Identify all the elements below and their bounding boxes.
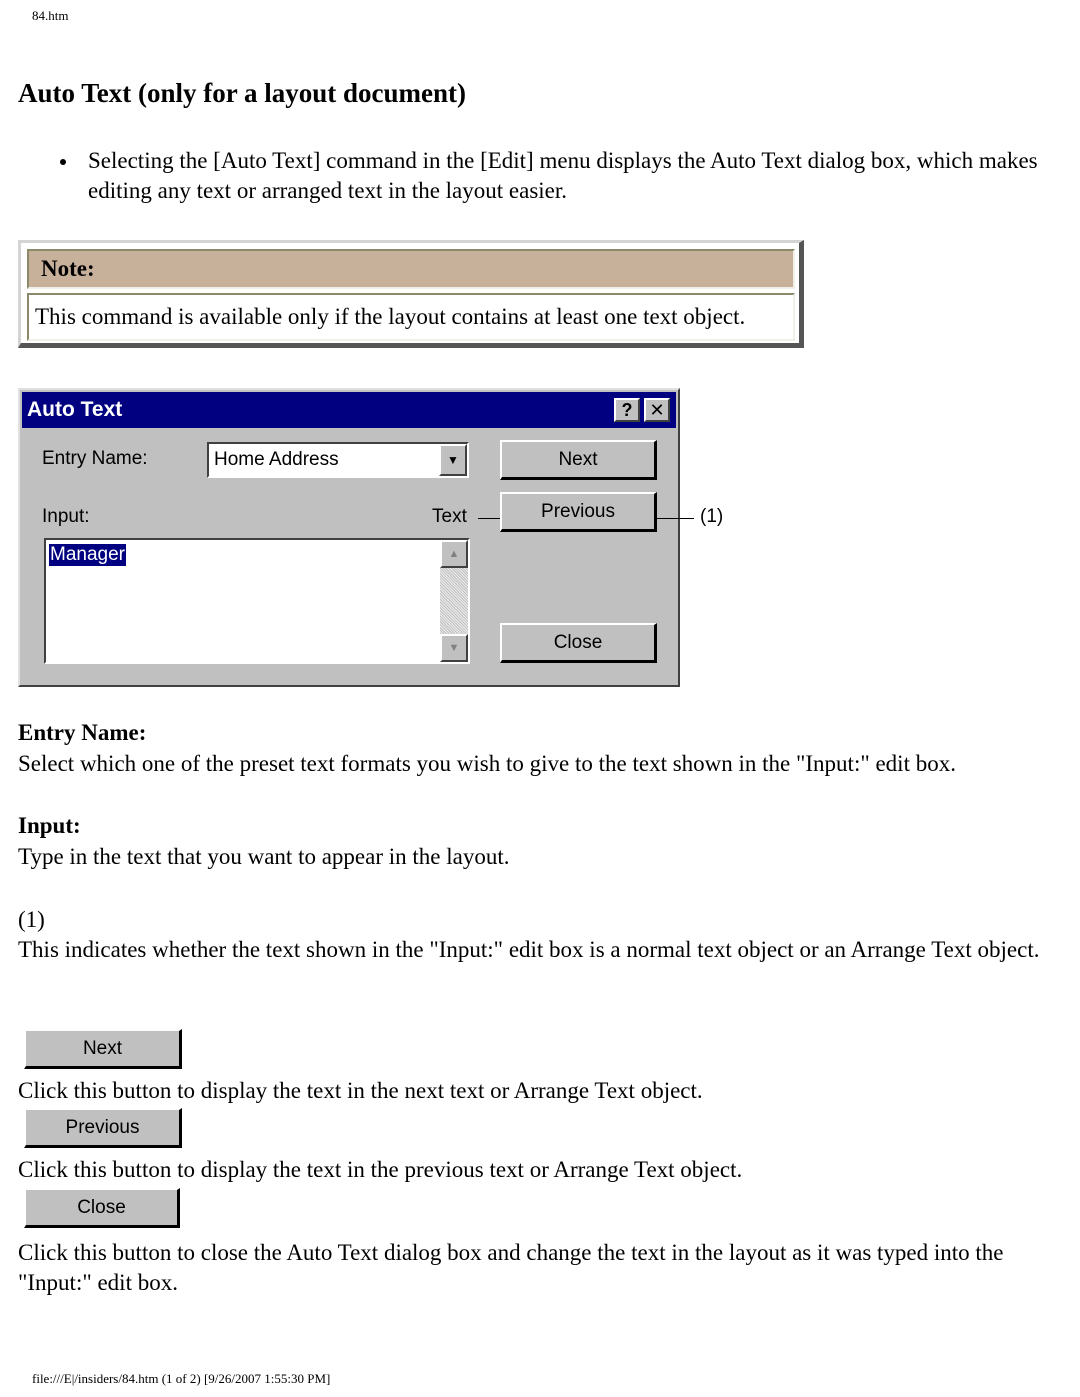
bullet-dot-icon: [60, 159, 66, 165]
scroll-up-icon[interactable]: ▲: [440, 540, 468, 568]
note-body: This command is available only if the la…: [27, 293, 795, 341]
close-icon[interactable]: ✕: [644, 398, 670, 422]
next-button-example: Next: [24, 1029, 182, 1069]
entry-name-description: Select which one of the preset text form…: [18, 751, 956, 776]
input-selected-text: Manager: [49, 544, 126, 566]
input-heading: Input:: [18, 813, 81, 838]
dialog-title: Auto Text: [27, 398, 123, 421]
page-title: Auto Text (only for a layout document): [18, 78, 467, 108]
note-heading: Note:: [27, 249, 795, 289]
next-button[interactable]: Next: [500, 440, 657, 480]
note-box: Note: This command is available only if …: [18, 240, 804, 348]
entry-name-label: Entry Name:: [42, 448, 148, 469]
dialog-titlebar: Auto Text ? ✕: [22, 392, 676, 428]
auto-text-dialog-screenshot: Auto Text ? ✕ Entry Name: Home Address ▼…: [18, 388, 723, 687]
callout-heading: (1): [18, 907, 45, 932]
input-scrollbar[interactable]: ▲ ▼: [440, 540, 468, 662]
header-file-name: 84.htm: [32, 8, 69, 23]
close-button[interactable]: Close: [500, 623, 657, 663]
callout-description: This indicates whether the text shown in…: [18, 937, 1040, 962]
input-description: Type in the text that you want to appear…: [18, 844, 510, 869]
bullet-text: Selecting the [Auto Text] command in the…: [88, 148, 1038, 203]
input-textarea[interactable]: Manager ▲ ▼: [44, 538, 470, 664]
text-type-label: Text: [432, 506, 467, 527]
previous-button-example: Previous: [24, 1108, 182, 1148]
entry-name-select[interactable]: Home Address ▼: [207, 442, 469, 478]
previous-button-description: Click this button to display the text in…: [18, 1157, 743, 1182]
bullet-item: Selecting the [Auto Text] command in the…: [60, 146, 1060, 206]
close-button-example: Close: [24, 1188, 180, 1228]
close-button-description: Click this button to close the Auto Text…: [18, 1240, 1004, 1295]
chevron-down-icon[interactable]: ▼: [439, 444, 467, 476]
help-icon[interactable]: ?: [614, 398, 640, 422]
entry-name-heading: Entry Name:: [18, 720, 147, 745]
entry-name-value: Home Address: [214, 449, 339, 470]
bullet-list: Selecting the [Auto Text] command in the…: [60, 146, 1060, 206]
next-button-description: Click this button to display the text in…: [18, 1078, 703, 1103]
footer-file-path: file:///E|/insiders/84.htm (1 of 2) [9/2…: [32, 1371, 331, 1386]
scroll-down-icon[interactable]: ▼: [440, 634, 468, 662]
previous-button[interactable]: Previous: [500, 492, 657, 532]
input-label: Input:: [42, 506, 90, 527]
callout-label: (1): [700, 506, 724, 527]
